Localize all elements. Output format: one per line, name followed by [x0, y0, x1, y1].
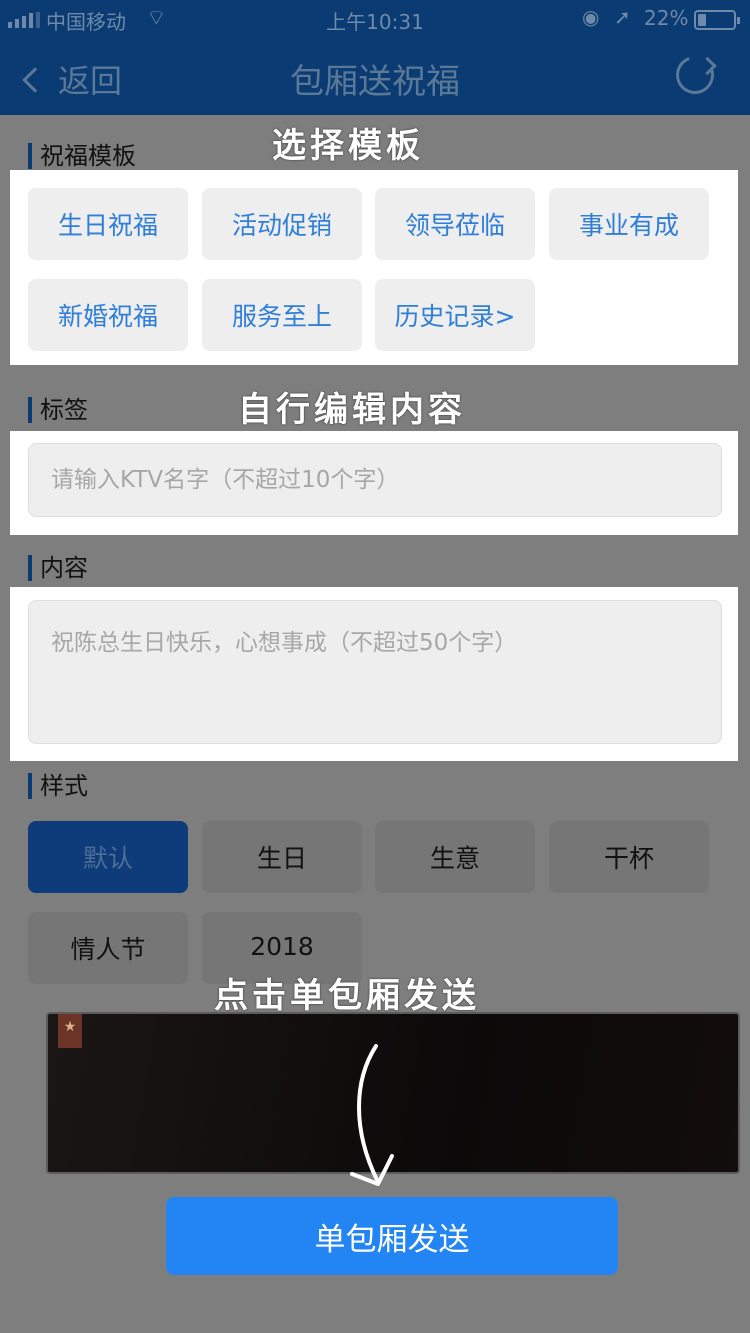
orientation-lock-icon: ◉ [582, 5, 600, 29]
template-history[interactable]: 历史记录> [375, 279, 535, 351]
annotation-edit-content: 自行编辑内容 [238, 390, 466, 430]
template-career-success[interactable]: 事业有成 [549, 188, 709, 260]
style-business[interactable]: 生意 [375, 821, 535, 893]
template-leader-visit[interactable]: 领导莅临 [375, 188, 535, 260]
tag-section-label: 标签 [28, 397, 88, 423]
annotation-select-template: 选择模板 [272, 126, 424, 166]
template-birthday[interactable]: 生日祝福 [28, 188, 188, 260]
star-badge-icon: ★ [58, 1014, 82, 1048]
location-icon: ➚ [614, 5, 631, 29]
status-bar: 中国移动 ⌔ 上午10:31 ◉ ➚ 22% [0, 0, 750, 40]
template-promotion[interactable]: 活动促销 [202, 188, 362, 260]
template-section-label: 祝福模板 [28, 143, 136, 169]
status-time: 上午10:31 [326, 10, 424, 34]
content-textarea[interactable]: 祝陈总生日快乐，心想事成（不超过50个字） [28, 600, 722, 744]
battery-icon [694, 10, 740, 30]
style-section-label: 样式 [28, 773, 88, 799]
battery-percent: 22% [644, 6, 689, 30]
send-single-room-button[interactable]: 单包厢发送 [166, 1197, 618, 1275]
template-service-first[interactable]: 服务至上 [202, 279, 362, 351]
nav-bar: 返回 包厢送祝福 [0, 40, 750, 115]
style-cheers[interactable]: 干杯 [549, 821, 709, 893]
template-wedding[interactable]: 新婚祝福 [28, 279, 188, 351]
annotation-click-send: 点击单包厢发送 [214, 976, 480, 1016]
tag-input[interactable]: 请输入KTV名字（不超过10个字） [28, 443, 722, 517]
content-section-label: 内容 [28, 555, 88, 581]
style-birthday[interactable]: 生日 [202, 821, 362, 893]
arrow-icon [350, 1044, 394, 1186]
style-default[interactable]: 默认 [28, 821, 188, 893]
style-valentine[interactable]: 情人节 [28, 912, 188, 984]
page-title: 包厢送祝福 [290, 62, 460, 102]
